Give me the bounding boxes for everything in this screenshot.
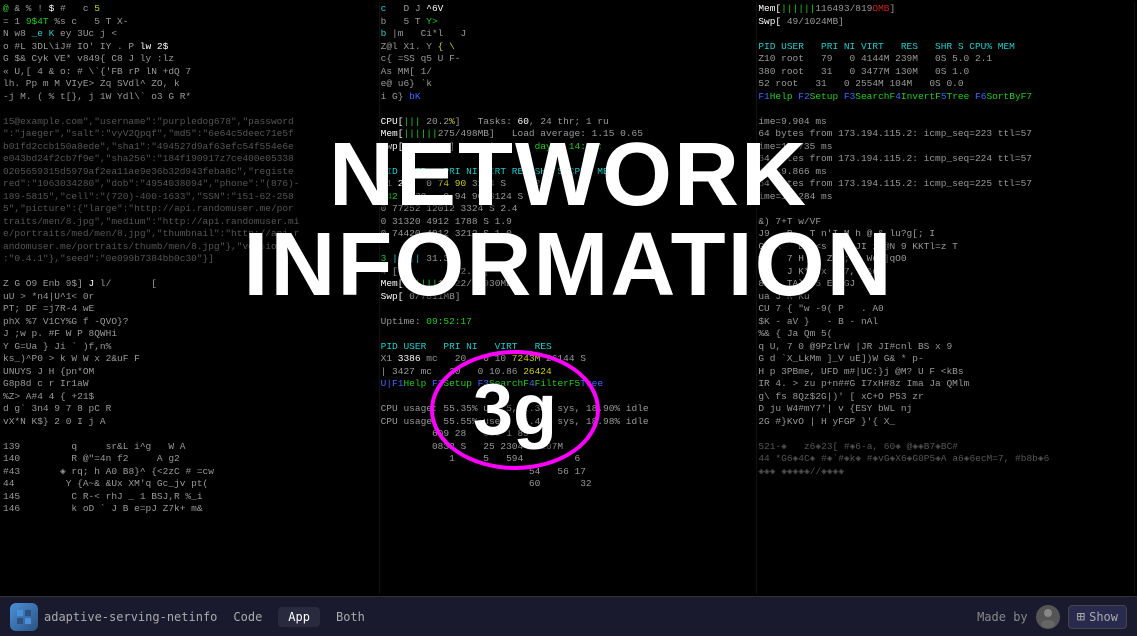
terminal-background: @ & % ! $ # c 5 = 1 9$4T %s c 5 T X- N w… bbox=[0, 0, 1137, 596]
tab-code-button[interactable]: Code bbox=[223, 607, 272, 627]
app-name-label: adaptive-serving-netinfo bbox=[44, 610, 217, 624]
taskbar-left: adaptive-serving-netinfo Code App Both bbox=[10, 603, 375, 631]
tab-both-button[interactable]: Both bbox=[326, 607, 375, 627]
avatar bbox=[1036, 605, 1060, 629]
app-icon bbox=[10, 603, 38, 631]
terminal-middle: c D J ^6V b 5 T Y> b |m Ci*l J Z@l X1. Y… bbox=[380, 2, 758, 594]
show-label: Show bbox=[1089, 610, 1118, 624]
terminal-left: @ & % ! $ # c 5 = 1 9$4T %s c 5 T X- N w… bbox=[2, 2, 380, 594]
terminal-right: Mem[||||||116493/819OMB] Swp[ 49/1024MB]… bbox=[757, 2, 1135, 594]
show-button[interactable]: ⊞ Show bbox=[1068, 605, 1127, 629]
3g-label: 3g bbox=[473, 369, 557, 451]
made-by-label: Made by bbox=[977, 610, 1028, 624]
tab-app-button[interactable]: App bbox=[278, 607, 320, 627]
3g-circle: 3g bbox=[430, 350, 600, 470]
show-icon: ⊞ bbox=[1077, 609, 1085, 625]
taskbar: adaptive-serving-netinfo Code App Both M… bbox=[0, 596, 1137, 636]
taskbar-right: Made by ⊞ Show bbox=[977, 605, 1127, 629]
